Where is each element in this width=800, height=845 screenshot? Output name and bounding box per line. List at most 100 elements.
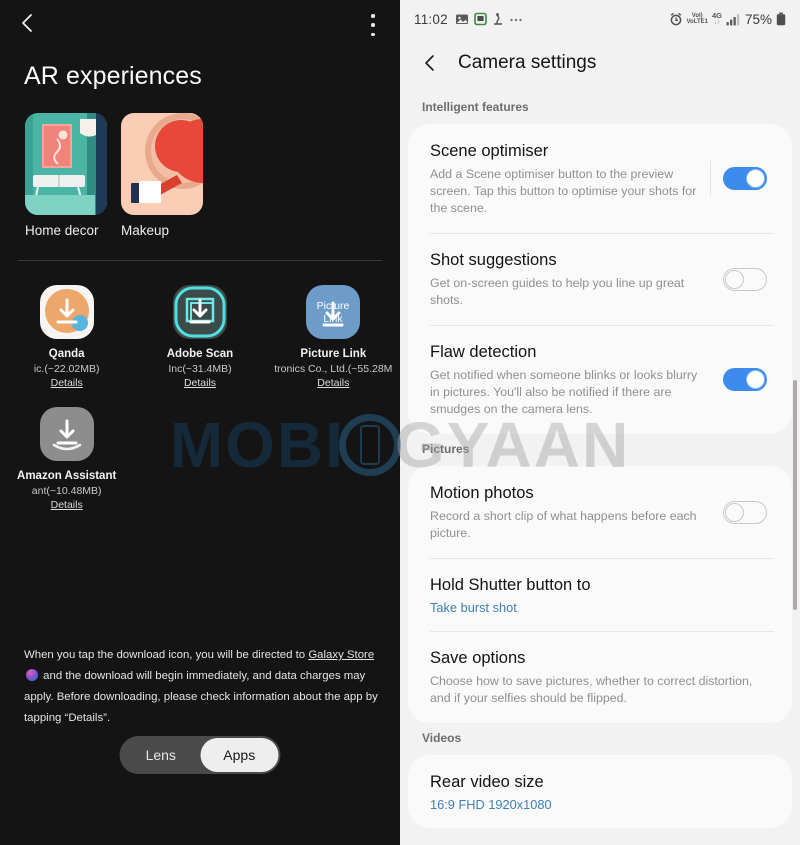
download-icon[interactable]	[306, 285, 360, 339]
page-title: AR experiences	[24, 62, 202, 90]
network-label: 4G	[711, 11, 722, 21]
setting-title: Rear video size	[430, 773, 544, 791]
settings-card-videos: Rear video size 16:9 FHD 1920x1080	[408, 755, 792, 828]
more-notifications-icon	[510, 18, 522, 22]
app-name: Amazon Assistant	[17, 470, 117, 482]
toggle-scene-optimiser[interactable]	[723, 167, 767, 190]
setting-title: Motion photos	[430, 484, 534, 502]
app-details-link[interactable]: Details	[51, 377, 83, 389]
makeup-thumbnail	[121, 113, 203, 215]
ar-experience-label: Makeup	[121, 223, 170, 238]
galaxy-store-icon	[26, 669, 38, 681]
settings-header: Camera settings	[400, 38, 800, 92]
photo-icon	[455, 14, 468, 24]
download-info-note: When you tap the download icon, you will…	[24, 645, 378, 729]
data-arrows-icon: ↓↑	[713, 19, 720, 26]
app-item-amazon-assistant[interactable]: Amazon Assistant ant(~10.48MB) Details	[0, 407, 133, 511]
back-chevron-icon[interactable]	[420, 53, 440, 73]
app-details-link[interactable]: Details	[317, 377, 349, 389]
setting-scene-optimiser[interactable]: Scene optimiser Add a Scene optimiser bu…	[408, 124, 792, 233]
lens-apps-segmented-control[interactable]: Lens Apps	[119, 736, 281, 774]
kebab-menu-icon[interactable]	[364, 14, 382, 36]
app-developer: ic.(~22.02MB)	[33, 363, 100, 375]
home-decor-thumbnail	[25, 113, 107, 215]
ar-experiences-panel: AR experiences Home decor Makeup Qanda i…	[0, 0, 400, 845]
segment-apps[interactable]: Apps	[200, 738, 279, 772]
app-name: Adobe Scan	[166, 348, 234, 360]
qanda-app-icon[interactable]	[39, 285, 94, 339]
app-name: Qanda	[48, 348, 85, 360]
mute-icon	[493, 13, 502, 25]
setting-title: Hold Shutter button to	[430, 576, 591, 594]
toggle-knob	[746, 169, 765, 188]
signal-bars-icon	[726, 13, 740, 25]
app-developer: tronics Co., Ltd.(~55.28M	[274, 363, 393, 375]
setting-value: Take burst shot	[430, 600, 517, 615]
app-details-link[interactable]: Details	[51, 499, 83, 511]
toggle-knob	[725, 269, 744, 289]
setting-title: Save options	[430, 649, 526, 667]
download-icon[interactable]	[40, 285, 94, 339]
download-icon[interactable]	[173, 285, 227, 339]
galaxy-store-link[interactable]: Galaxy Store	[308, 649, 374, 661]
green-app-icon	[473, 12, 487, 26]
settings-card-pictures: Motion photos Record a short clip of wha…	[408, 466, 792, 723]
ar-top-bar	[0, 0, 400, 50]
setting-title: Shot suggestions	[430, 251, 557, 269]
section-header-pictures: Pictures	[422, 442, 470, 456]
download-icon[interactable]	[40, 407, 94, 461]
amazon-assistant-app-icon[interactable]	[39, 407, 94, 461]
battery-percent: 75%	[744, 11, 772, 27]
back-chevron-icon[interactable]	[17, 12, 39, 34]
setting-value: 16:9 FHD 1920x1080	[430, 797, 552, 812]
app-item-picture-link[interactable]: Picture Link Picture Link tronics Co., L…	[267, 285, 400, 389]
page-title: Camera settings	[458, 52, 597, 73]
setting-title: Scene optimiser	[430, 142, 549, 160]
app-item-adobe-scan[interactable]: Adobe Scan Inc(~31.4MB) Details	[133, 285, 266, 389]
setting-description: Record a short clip of what happens befo…	[430, 509, 697, 540]
footer-text-part1: When you tap the download icon, you will…	[24, 649, 309, 661]
toggle-shot-suggestions[interactable]	[723, 267, 767, 291]
setting-shot-suggestions[interactable]: Shot suggestions Get on-screen guides to…	[408, 233, 792, 325]
setting-hold-shutter-button[interactable]: Hold Shutter button to Take burst shot	[408, 558, 792, 631]
battery-icon	[776, 12, 786, 26]
ar-experience-list: Home decor Makeup	[0, 91, 400, 238]
setting-rear-video-size[interactable]: Rear video size 16:9 FHD 1920x1080	[408, 755, 792, 828]
setting-description: Add a Scene optimiser button to the prev…	[430, 167, 697, 215]
ar-experience-makeup[interactable]: Makeup	[121, 113, 203, 238]
network-indicator: 4G ↓↑	[712, 12, 722, 26]
toggle-motion-photos[interactable]	[723, 500, 767, 524]
app-developer: Inc(~31.4MB)	[168, 363, 232, 375]
toggle-flaw-detection[interactable]	[723, 368, 767, 391]
alarm-icon	[670, 12, 681, 26]
picture-link-app-icon[interactable]: Picture Link	[306, 285, 361, 339]
footer-text-part2: and the download will begin immediately,…	[24, 670, 378, 724]
vertical-scrollbar[interactable]	[793, 380, 797, 610]
setting-title: Flaw detection	[430, 343, 537, 361]
ar-experience-home-decor[interactable]: Home decor	[25, 113, 107, 238]
camera-settings-panel: 11:02 VoI) VoLTE1 4G ↓↑ 75% Camera setti…	[400, 0, 800, 845]
setting-motion-photos[interactable]: Motion photos Record a short clip of wha…	[408, 466, 792, 558]
app-item-qanda[interactable]: Qanda ic.(~22.02MB) Details	[0, 285, 133, 389]
toggle-knob	[746, 370, 765, 389]
status-bar: 11:02 VoI) VoLTE1 4G ↓↑ 75%	[400, 0, 800, 38]
screenshot-root: AR experiences Home decor Makeup Qanda i…	[0, 0, 800, 845]
setting-flaw-detection[interactable]: Flaw detection Get notified when someone…	[408, 325, 792, 434]
segment-lens[interactable]: Lens	[122, 738, 201, 772]
setting-description: Get notified when someone blinks or look…	[430, 368, 698, 416]
ar-experience-label: Home decor	[25, 223, 99, 238]
setting-description: Get on-screen guides to help you line up…	[430, 276, 685, 307]
volte-label: VoLTE1	[686, 19, 708, 25]
app-details-link[interactable]: Details	[184, 377, 216, 389]
app-name: Picture Link	[300, 348, 367, 360]
setting-save-options[interactable]: Save options Choose how to save pictures…	[408, 631, 792, 723]
adobe-scan-app-icon[interactable]	[172, 285, 227, 339]
downloadable-apps-grid: Qanda ic.(~22.02MB) Details Adobe Scan I…	[0, 261, 400, 511]
toggle-knob	[725, 502, 744, 522]
section-header-videos: Videos	[422, 731, 462, 745]
setting-description: Choose how to save pictures, whether to …	[430, 674, 753, 705]
volte-indicator: VoI) VoLTE1	[687, 13, 708, 25]
status-time: 11:02	[414, 11, 448, 27]
settings-card-intelligent-features: Scene optimiser Add a Scene optimiser bu…	[408, 124, 792, 434]
app-developer: ant(~10.48MB)	[31, 485, 102, 497]
